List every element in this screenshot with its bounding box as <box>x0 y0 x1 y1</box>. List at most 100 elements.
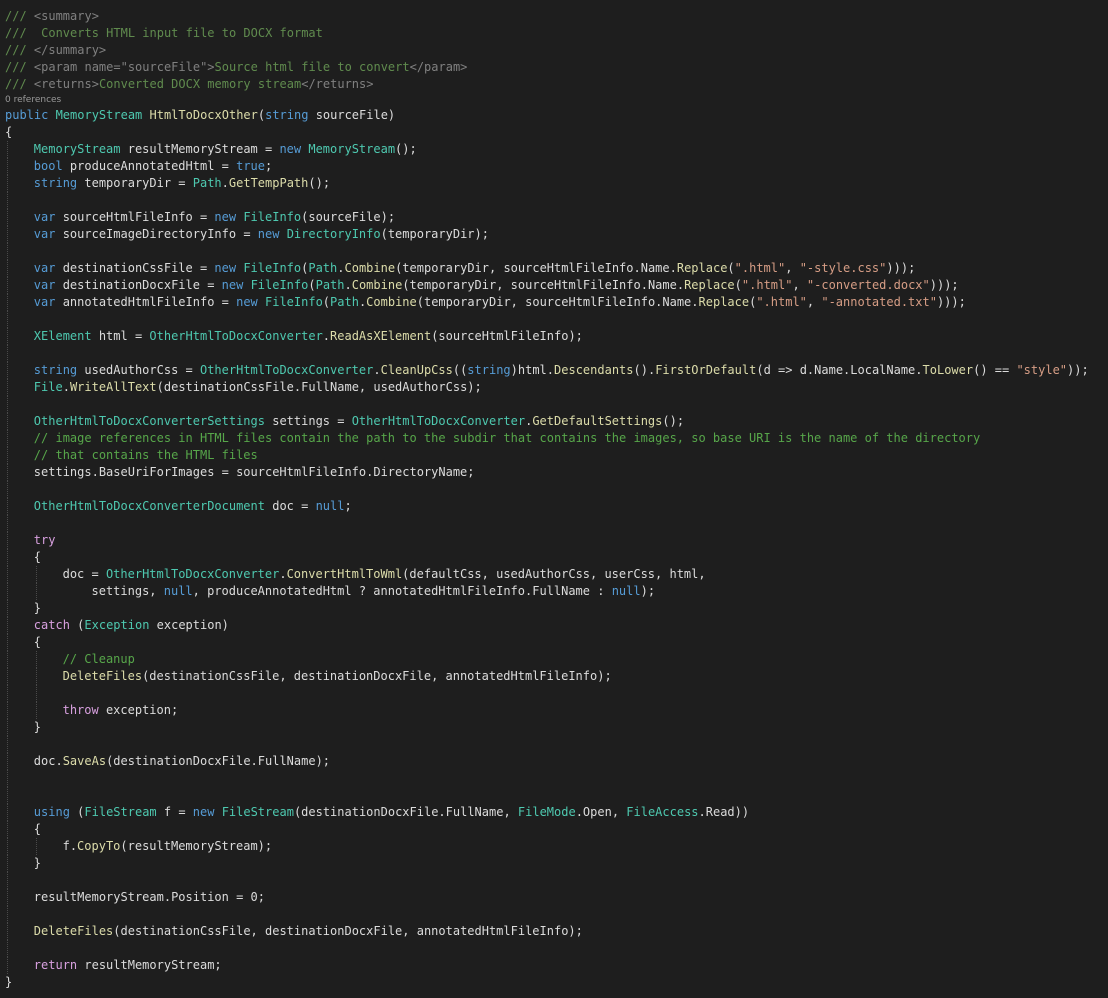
code-token: // that contains the HTML files <box>33 448 258 462</box>
code-token: settings = <box>272 414 352 428</box>
code-line: } <box>0 855 1108 872</box>
code-token: sourceFile) <box>315 108 396 122</box>
code-line <box>0 311 1108 328</box>
code-token: null <box>611 584 641 598</box>
code-token: (destinationDocxFile.FullName); <box>106 754 331 768</box>
code-token: , <box>792 278 807 292</box>
code-token: MemoryStream <box>308 142 396 156</box>
indent-guide <box>7 702 8 719</box>
code-token: . <box>322 329 331 343</box>
code-token: ; <box>265 159 273 173</box>
code-token: exception) <box>156 618 229 632</box>
code-token: catch <box>33 618 78 632</box>
code-token: ( <box>322 295 331 309</box>
code-token: temporaryDir = <box>84 176 193 190</box>
code-line: var sourceImageDirectoryInfo = new Direc… <box>0 226 1108 243</box>
code-line: XElement html = OtherHtmlToDocxConverter… <box>0 328 1108 345</box>
code-token: DeleteFiles <box>33 924 114 938</box>
indent-guide <box>7 396 8 413</box>
indent-guide <box>7 447 8 464</box>
indent-guide <box>7 362 8 379</box>
code-token: { <box>5 125 13 139</box>
indent-guide <box>7 923 8 940</box>
indent-guide <box>7 736 8 753</box>
code-line <box>0 243 1108 260</box>
code-token: DirectoryInfo <box>286 227 381 241</box>
code-line <box>0 940 1108 957</box>
indent-guide <box>7 668 8 685</box>
code-line <box>0 906 1108 923</box>
code-token: OtherHtmlToDocxConverter <box>351 414 526 428</box>
code-token: (defaultCss, usedAuthorCss, userCss, htm… <box>402 567 706 581</box>
indent-guide <box>7 158 8 175</box>
code-token: <param name="sourceFile"> <box>33 60 215 74</box>
code-token: Combine <box>366 295 417 309</box>
code-token: html = <box>98 329 150 343</box>
code-line: string temporaryDir = Path.GetTempPath()… <box>0 175 1108 192</box>
indent-guide <box>7 481 8 498</box>
code-token: sourceHtmlFileInfo = <box>62 210 215 224</box>
code-line: /// Converts HTML input file to DOCX for… <box>0 25 1108 42</box>
code-token: (temporaryDir, sourceHtmlFileInfo.Name. <box>416 295 699 309</box>
code-token: )); <box>1067 363 1089 377</box>
code-token: (sourceFile); <box>301 210 396 224</box>
code-token: CopyTo <box>77 839 121 853</box>
code-line: // Cleanup <box>0 651 1108 668</box>
code-token: var <box>33 261 63 275</box>
code-token: "-annotated.txt" <box>821 295 937 309</box>
indent-guide <box>35 838 37 855</box>
code-line: settings, null, produceAnnotatedHtml ? a… <box>0 583 1108 600</box>
code-line: } <box>0 974 1108 991</box>
code-line: var sourceHtmlFileInfo = new FileInfo(so… <box>0 209 1108 226</box>
code-line: File.WriteAllText(destinationCssFile.Ful… <box>0 379 1108 396</box>
code-line: OtherHtmlToDocxConverterSettings setting… <box>0 413 1108 430</box>
code-token: } <box>33 601 42 615</box>
code-token: . <box>221 176 229 190</box>
code-token: ".html" <box>741 278 793 292</box>
code-token: try <box>33 533 56 547</box>
code-token: 0 references <box>5 95 62 105</box>
code-token: OtherHtmlToDocxConverter <box>105 567 280 581</box>
code-token: doc = <box>272 499 316 513</box>
indent-guide <box>35 685 37 702</box>
code-line: public MemoryStream HtmlToDocxOther(stri… <box>0 107 1108 124</box>
indent-guide <box>7 685 8 702</box>
code-line: { <box>0 549 1108 566</box>
indent-guide <box>7 532 8 549</box>
code-token: throw <box>62 703 106 717</box>
indent-guide <box>7 821 8 838</box>
code-token: string <box>33 363 85 377</box>
indent-guide <box>7 957 8 974</box>
code-line <box>0 515 1108 532</box>
code-token: (destinationCssFile, destinationDocxFile… <box>142 669 612 683</box>
code-token: ".html" <box>756 295 807 309</box>
code-line: /// <param name="sourceFile">Source html… <box>0 59 1108 76</box>
code-token: GetTempPath <box>228 176 309 190</box>
code-token: null <box>163 584 193 598</box>
code-token: /// <box>5 43 34 57</box>
code-token: var <box>33 227 63 241</box>
code-token: null <box>315 499 345 513</box>
code-token: HtmlToDocxOther <box>149 108 258 122</box>
code-token: , <box>806 295 822 309</box>
code-token: SaveAs <box>62 754 107 768</box>
code-editor[interactable]: /// <summary>/// Converts HTML input fil… <box>0 8 1108 991</box>
code-token: new <box>214 261 244 275</box>
code-token: ReadAsXElement <box>330 329 432 343</box>
code-token: { <box>33 635 42 649</box>
indent-guide <box>7 872 8 889</box>
code-token: } <box>5 975 13 989</box>
code-line: } <box>0 600 1108 617</box>
code-token: new <box>257 227 287 241</box>
indent-guide <box>7 209 8 226</box>
code-token: var <box>33 278 63 292</box>
code-token: ( <box>727 261 735 275</box>
code-token: destinationCssFile = <box>62 261 215 275</box>
code-lens-references[interactable]: 0 references <box>0 93 1108 107</box>
indent-guide <box>7 328 8 345</box>
code-token: doc. <box>33 754 63 768</box>
code-line: catch (Exception exception) <box>0 617 1108 634</box>
indent-guide <box>35 566 37 583</box>
indent-guide <box>7 260 8 277</box>
code-line: using (FileStream f = new FileStream(des… <box>0 804 1108 821</box>
